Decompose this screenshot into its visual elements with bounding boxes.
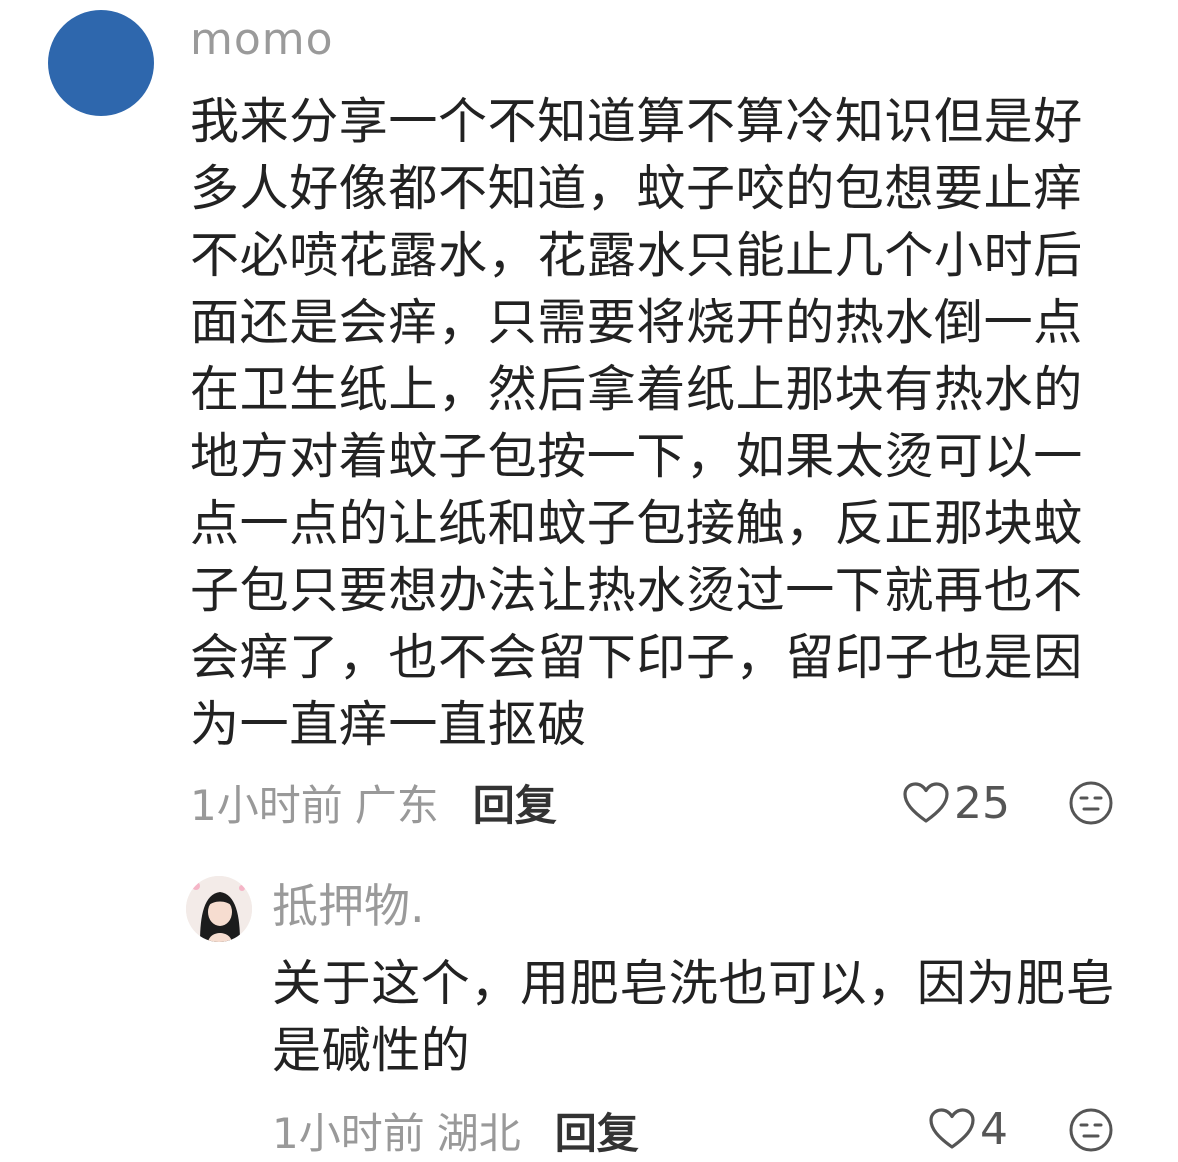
like-button[interactable]: 25 — [902, 776, 1010, 830]
neutral-face-icon — [1069, 781, 1113, 825]
comment-text: 我来分享一个不知道算不算冷知识但是好多人好像都不知道，蚊子咬的包想要止痒不必喷花… — [190, 93, 1083, 753]
comment-meta: 1小时前 广东 回复 — [190, 774, 557, 830]
reply-like-count: 4 — [980, 1103, 1008, 1155]
reply-region: 湖北 — [436, 1108, 521, 1158]
reply-text: 关于这个，用肥皂洗也可以，因为肥皂是碱性的 — [272, 955, 1116, 1079]
comment-region: 广东 — [354, 780, 439, 830]
like-count: 25 — [954, 777, 1010, 829]
reply-time: 1小时前 — [272, 1108, 425, 1158]
reply-avatar[interactable] — [186, 876, 252, 942]
heart-outline-icon — [903, 782, 949, 823]
reply-reaction-button[interactable] — [1068, 1107, 1114, 1153]
reply-like-button[interactable]: 4 — [928, 1102, 1008, 1156]
avatar-photo-icon — [186, 876, 252, 942]
avatar[interactable] — [48, 10, 154, 116]
reply-username[interactable]: 抵押物. — [272, 880, 425, 932]
reply-button[interactable]: 回复 — [473, 772, 557, 833]
reply-reply-button[interactable]: 回复 — [555, 1100, 639, 1161]
neutral-face-icon — [1069, 1108, 1113, 1152]
reaction-button[interactable] — [1068, 780, 1114, 826]
reply-meta: 1小时前 湖北 回复 — [272, 1102, 639, 1158]
comment-time: 1小时前 — [190, 780, 343, 830]
heart-outline-icon — [929, 1108, 975, 1149]
comment-username[interactable]: momo — [190, 14, 334, 66]
